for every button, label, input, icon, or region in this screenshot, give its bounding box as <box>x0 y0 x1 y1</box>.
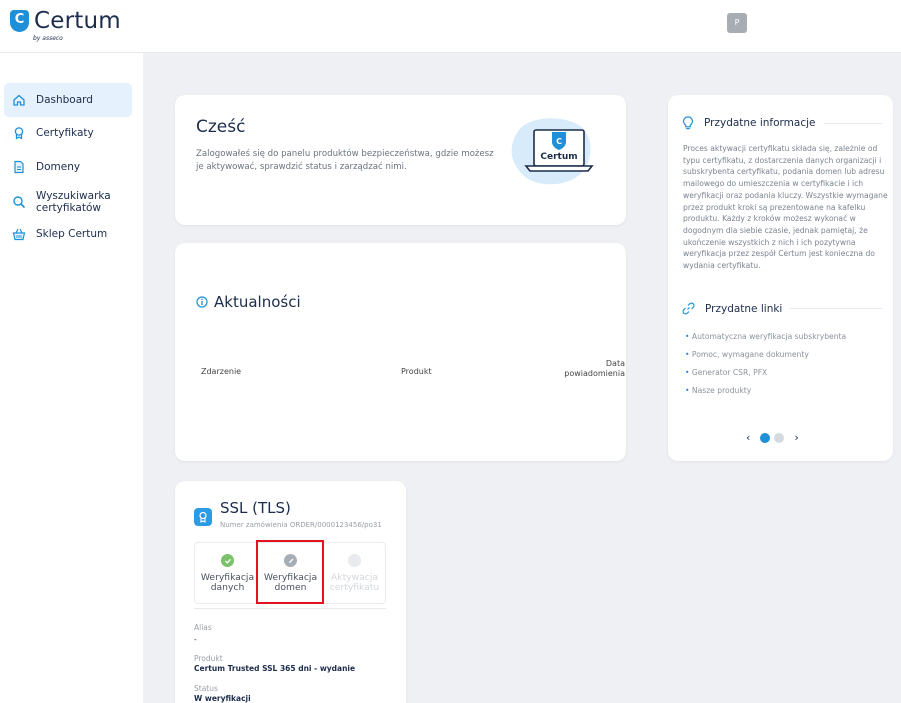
sidebar-item-sklep[interactable]: Sklep Certum <box>4 225 132 243</box>
link-item[interactable]: Automatyczna weryfikacja subskrybenta <box>685 332 846 341</box>
order-number: Numer zamówienia ORDER/0000123456/po31 <box>220 521 382 529</box>
lightbulb-icon <box>682 116 694 130</box>
product-label: Produkt <box>194 654 223 663</box>
main-content: Cześć Zalogowałeś się do panelu produktó… <box>143 53 901 703</box>
user-avatar[interactable]: P <box>727 13 747 33</box>
links-title: Przydatne linki <box>705 302 783 315</box>
basket-icon <box>12 227 26 241</box>
news-card: Aktualności Zdarzenie Produkt Data powiad… <box>175 243 626 461</box>
info-title: Przydatne informacje <box>704 117 816 129</box>
sidebar-item-domeny[interactable]: Domeny <box>4 158 132 176</box>
laptop-illustration-icon: C Certum <box>507 115 597 187</box>
welcome-title: Cześć <box>196 117 246 137</box>
sidebar-item-label: Dashboard <box>36 94 93 106</box>
certificate-badge-icon <box>194 508 212 526</box>
brand-sub: by asseco <box>33 35 63 42</box>
step-data-verification[interactable]: Weryfikacja danych <box>195 543 260 605</box>
step-certificate-activation: Aktywacja certyfikatu <box>322 543 387 605</box>
sidebar-item-dashboard[interactable]: Dashboard <box>4 83 132 117</box>
link-item[interactable]: Nasze produkty <box>685 386 751 395</box>
ssl-title: SSL (TLS) <box>220 499 291 517</box>
news-heading: Aktualności <box>196 293 301 311</box>
welcome-card: Cześć Zalogowałeś się do panelu produktó… <box>175 95 626 225</box>
highlight-box <box>256 540 324 604</box>
link-item[interactable]: Generator CSR, PFX <box>685 368 767 377</box>
carousel-prev-button[interactable]: ‹ <box>746 431 750 444</box>
top-header: C Certum by asseco P <box>0 0 901 53</box>
divider <box>790 308 882 309</box>
sidebar-item-certyfikaty[interactable]: Certyfikaty <box>4 124 132 142</box>
document-icon <box>12 160 26 174</box>
status-value: W weryfikacji <box>194 694 251 703</box>
link-icon <box>682 302 695 315</box>
ssl-product-card[interactable]: SSL (TLS) Numer zamówienia ORDER/0000123… <box>175 481 406 703</box>
home-icon <box>12 93 26 107</box>
news-title: Aktualności <box>214 293 301 311</box>
divider <box>194 608 386 609</box>
sidebar-item-label: Domeny <box>36 161 81 173</box>
carousel-dot-active[interactable] <box>760 432 771 443</box>
alias-value: - <box>194 635 197 644</box>
sidebar: Dashboard Certyfikaty Domeny Wyszukiwark… <box>0 53 143 703</box>
sidebar-item-label: Wyszukiwarka certyfikatów <box>36 190 111 214</box>
divider <box>823 122 882 124</box>
alias-label: Alias <box>194 623 212 632</box>
step-label: certyfikatu <box>329 582 380 593</box>
svg-text:C: C <box>556 137 562 146</box>
award-icon <box>12 126 26 140</box>
step-pending-icon <box>348 554 361 567</box>
carousel-dot[interactable] <box>774 432 785 443</box>
check-icon <box>221 554 234 567</box>
step-label: danych <box>210 582 245 593</box>
column-header-date: Data powiadomienia <box>564 359 625 378</box>
status-label: Status <box>194 684 218 693</box>
column-header-product: Produkt <box>401 367 432 376</box>
useful-info-card: Przydatne informacje Proces aktywacji ce… <box>668 95 893 461</box>
search-icon <box>12 195 26 209</box>
sidebar-item-label: Certyfikaty <box>36 127 94 139</box>
shield-logo-icon: C <box>10 10 29 32</box>
info-text: Proces aktywacji certyfikatu składa się,… <box>683 144 888 271</box>
carousel-controls: ‹ › <box>746 431 799 444</box>
info-heading: Przydatne informacje <box>682 116 882 130</box>
info-circle-icon <box>196 296 208 308</box>
product-value: Certum Trusted SSL 365 dni - wydanie <box>194 664 356 673</box>
carousel-next-button[interactable]: › <box>794 431 798 444</box>
brand-name: Certum <box>34 8 121 34</box>
welcome-text: Zalogowałeś się do panelu produktów bezp… <box>196 149 494 172</box>
sidebar-item-label: Sklep Certum <box>36 228 108 240</box>
certum-logo[interactable]: C Certum by asseco <box>10 8 121 42</box>
column-header-event: Zdarzenie <box>201 367 242 376</box>
illustration-label: Certum <box>540 152 578 162</box>
link-item[interactable]: Pomoc, wymagane dokumenty <box>685 350 809 359</box>
links-heading: Przydatne linki <box>682 302 882 315</box>
sidebar-item-wyszukiwarka[interactable]: Wyszukiwarka certyfikatów <box>4 189 132 215</box>
